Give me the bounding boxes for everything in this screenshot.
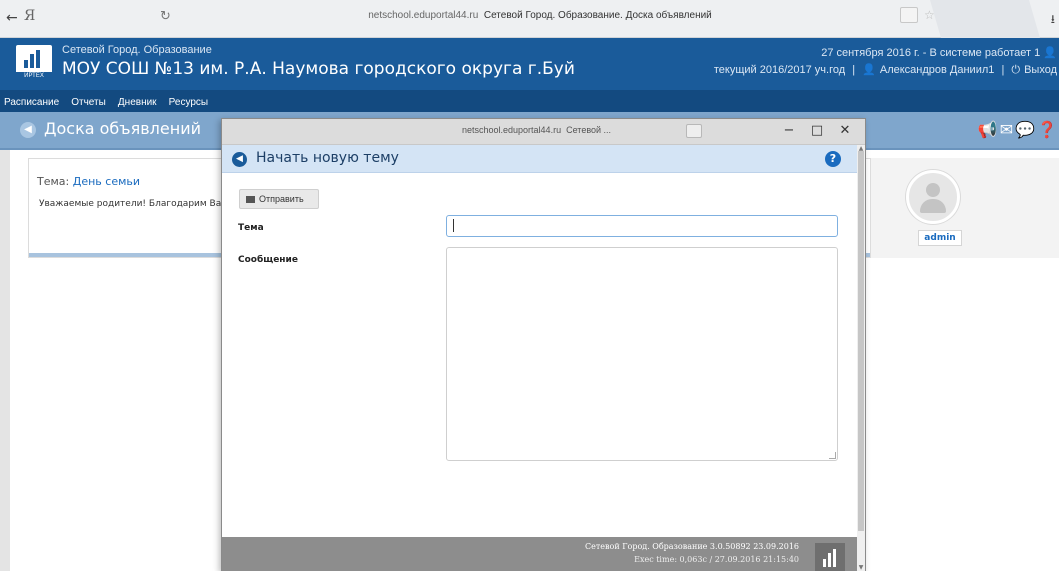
- left-gutter: [0, 150, 10, 571]
- back-arrow-icon[interactable]: ←: [6, 10, 18, 26]
- back-icon[interactable]: ◀: [20, 122, 36, 138]
- nav-item-schedule[interactable]: Расписание: [0, 92, 62, 108]
- subject-label: Тема: [238, 223, 264, 233]
- site-header: ИРТЕХ Сетевой Город. Образование МОУ СОШ…: [0, 38, 1059, 90]
- resize-grip-icon[interactable]: [829, 452, 836, 459]
- power-icon: ⏻: [1011, 64, 1021, 76]
- extension-icon[interactable]: [900, 7, 918, 23]
- tab-shape: [930, 0, 1040, 38]
- footer-version: Сетевой Город. Образование 3.0.50892 23.…: [585, 542, 799, 551]
- footer-exec-time: Exec time: 0,063с / 27.09.2016 21:15:40: [634, 555, 799, 564]
- user-icon: 👤: [862, 64, 876, 76]
- topic-message: Уважаемые родители! Благодарим Вас: [39, 199, 227, 209]
- reload-icon[interactable]: ↻: [160, 9, 171, 24]
- school-name: МОУ СОШ №13 им. Р.А. Наумова городского …: [62, 59, 575, 79]
- download-icon[interactable]: ⭳: [1051, 10, 1055, 31]
- scroll-thumb[interactable]: [858, 151, 864, 531]
- popup-footer: Сетевой Город. Образование 3.0.50892 23.…: [222, 537, 857, 571]
- nav-item-diary[interactable]: Дневник: [114, 92, 160, 108]
- message-label: Сообщение: [238, 255, 298, 265]
- popup-extension-icon[interactable]: [686, 124, 702, 138]
- status-line: 27 сентября 2016 г. - В системе работает…: [821, 47, 1057, 59]
- send-button[interactable]: Отправить: [239, 189, 319, 209]
- close-button[interactable]: ✕: [836, 123, 854, 138]
- topic-link[interactable]: День семьи: [73, 175, 140, 188]
- avatar: [906, 170, 960, 224]
- logo-brand-text: ИРТЕХ: [16, 72, 52, 81]
- nav-item-reports[interactable]: Отчеты: [67, 92, 109, 108]
- yandex-logo-icon[interactable]: Я: [24, 8, 35, 24]
- author-panel: [870, 158, 1059, 258]
- popup-url: netschool.eduportal44.ru Сетевой ...: [462, 125, 612, 135]
- logout-link[interactable]: Выход: [1024, 64, 1057, 76]
- school-year-select[interactable]: текущий 2016/2017 уч.год: [714, 64, 845, 76]
- subject-input[interactable]: [446, 215, 838, 237]
- nav-item-resources[interactable]: Ресурсы: [165, 92, 211, 108]
- mail-icon[interactable]: ✉: [1000, 120, 1015, 139]
- back-icon[interactable]: ◀: [232, 152, 247, 167]
- user-name-link[interactable]: Александров Даниил1: [880, 64, 995, 76]
- address-bar[interactable]: netschool.eduportal44.ru Сетевой Город. …: [180, 10, 900, 21]
- browser-toolbar: ← Я ↻ netschool.eduportal44.ru Сетевой Г…: [0, 0, 1059, 38]
- url-page-title: Сетевой Город. Образование. Доска объявл…: [483, 10, 712, 21]
- user-bar: текущий 2016/2017 уч.год | 👤 Александров …: [713, 64, 1057, 76]
- envelope-icon: [246, 196, 255, 203]
- popup-titlebar[interactable]: netschool.eduportal44.ru Сетевой ... − □…: [222, 119, 865, 145]
- topic-heading: Тема: День семьи: [37, 175, 141, 188]
- help-icon[interactable]: ❓: [1037, 120, 1059, 139]
- popup-header: ◀ Начать новую тему ?: [222, 145, 857, 173]
- footer-logo-icon: [815, 543, 845, 571]
- author-name[interactable]: admin: [918, 230, 962, 246]
- popup-scrollbar[interactable]: ▲ ▼: [857, 145, 865, 571]
- online-user-icon: 👤: [1043, 47, 1057, 59]
- announce-icon[interactable]: 📢: [978, 120, 1000, 139]
- site-logo-icon[interactable]: ИРТЕХ: [16, 45, 52, 81]
- new-topic-window: netschool.eduportal44.ru Сетевой ... − □…: [221, 118, 866, 571]
- minimize-button[interactable]: −: [780, 123, 798, 138]
- bookmark-star-icon[interactable]: ☆: [924, 8, 935, 22]
- text-caret: [453, 219, 454, 232]
- maximize-button[interactable]: □: [808, 123, 826, 138]
- scroll-down-icon[interactable]: ▼: [857, 564, 865, 571]
- chat-icon[interactable]: 💬: [1015, 120, 1037, 139]
- message-textarea[interactable]: [446, 247, 838, 461]
- popup-title: Начать новую тему: [256, 150, 399, 166]
- board-tools[interactable]: 📢✉💬❓: [978, 120, 1059, 139]
- help-icon[interactable]: ?: [825, 151, 841, 167]
- site-subtitle: Сетевой Город. Образование: [62, 44, 212, 56]
- page-title: Доска объявлений: [44, 119, 201, 138]
- url-host: netschool.eduportal44.ru: [368, 10, 479, 21]
- main-nav: Расписание Отчеты Дневник Ресурсы: [0, 90, 1059, 112]
